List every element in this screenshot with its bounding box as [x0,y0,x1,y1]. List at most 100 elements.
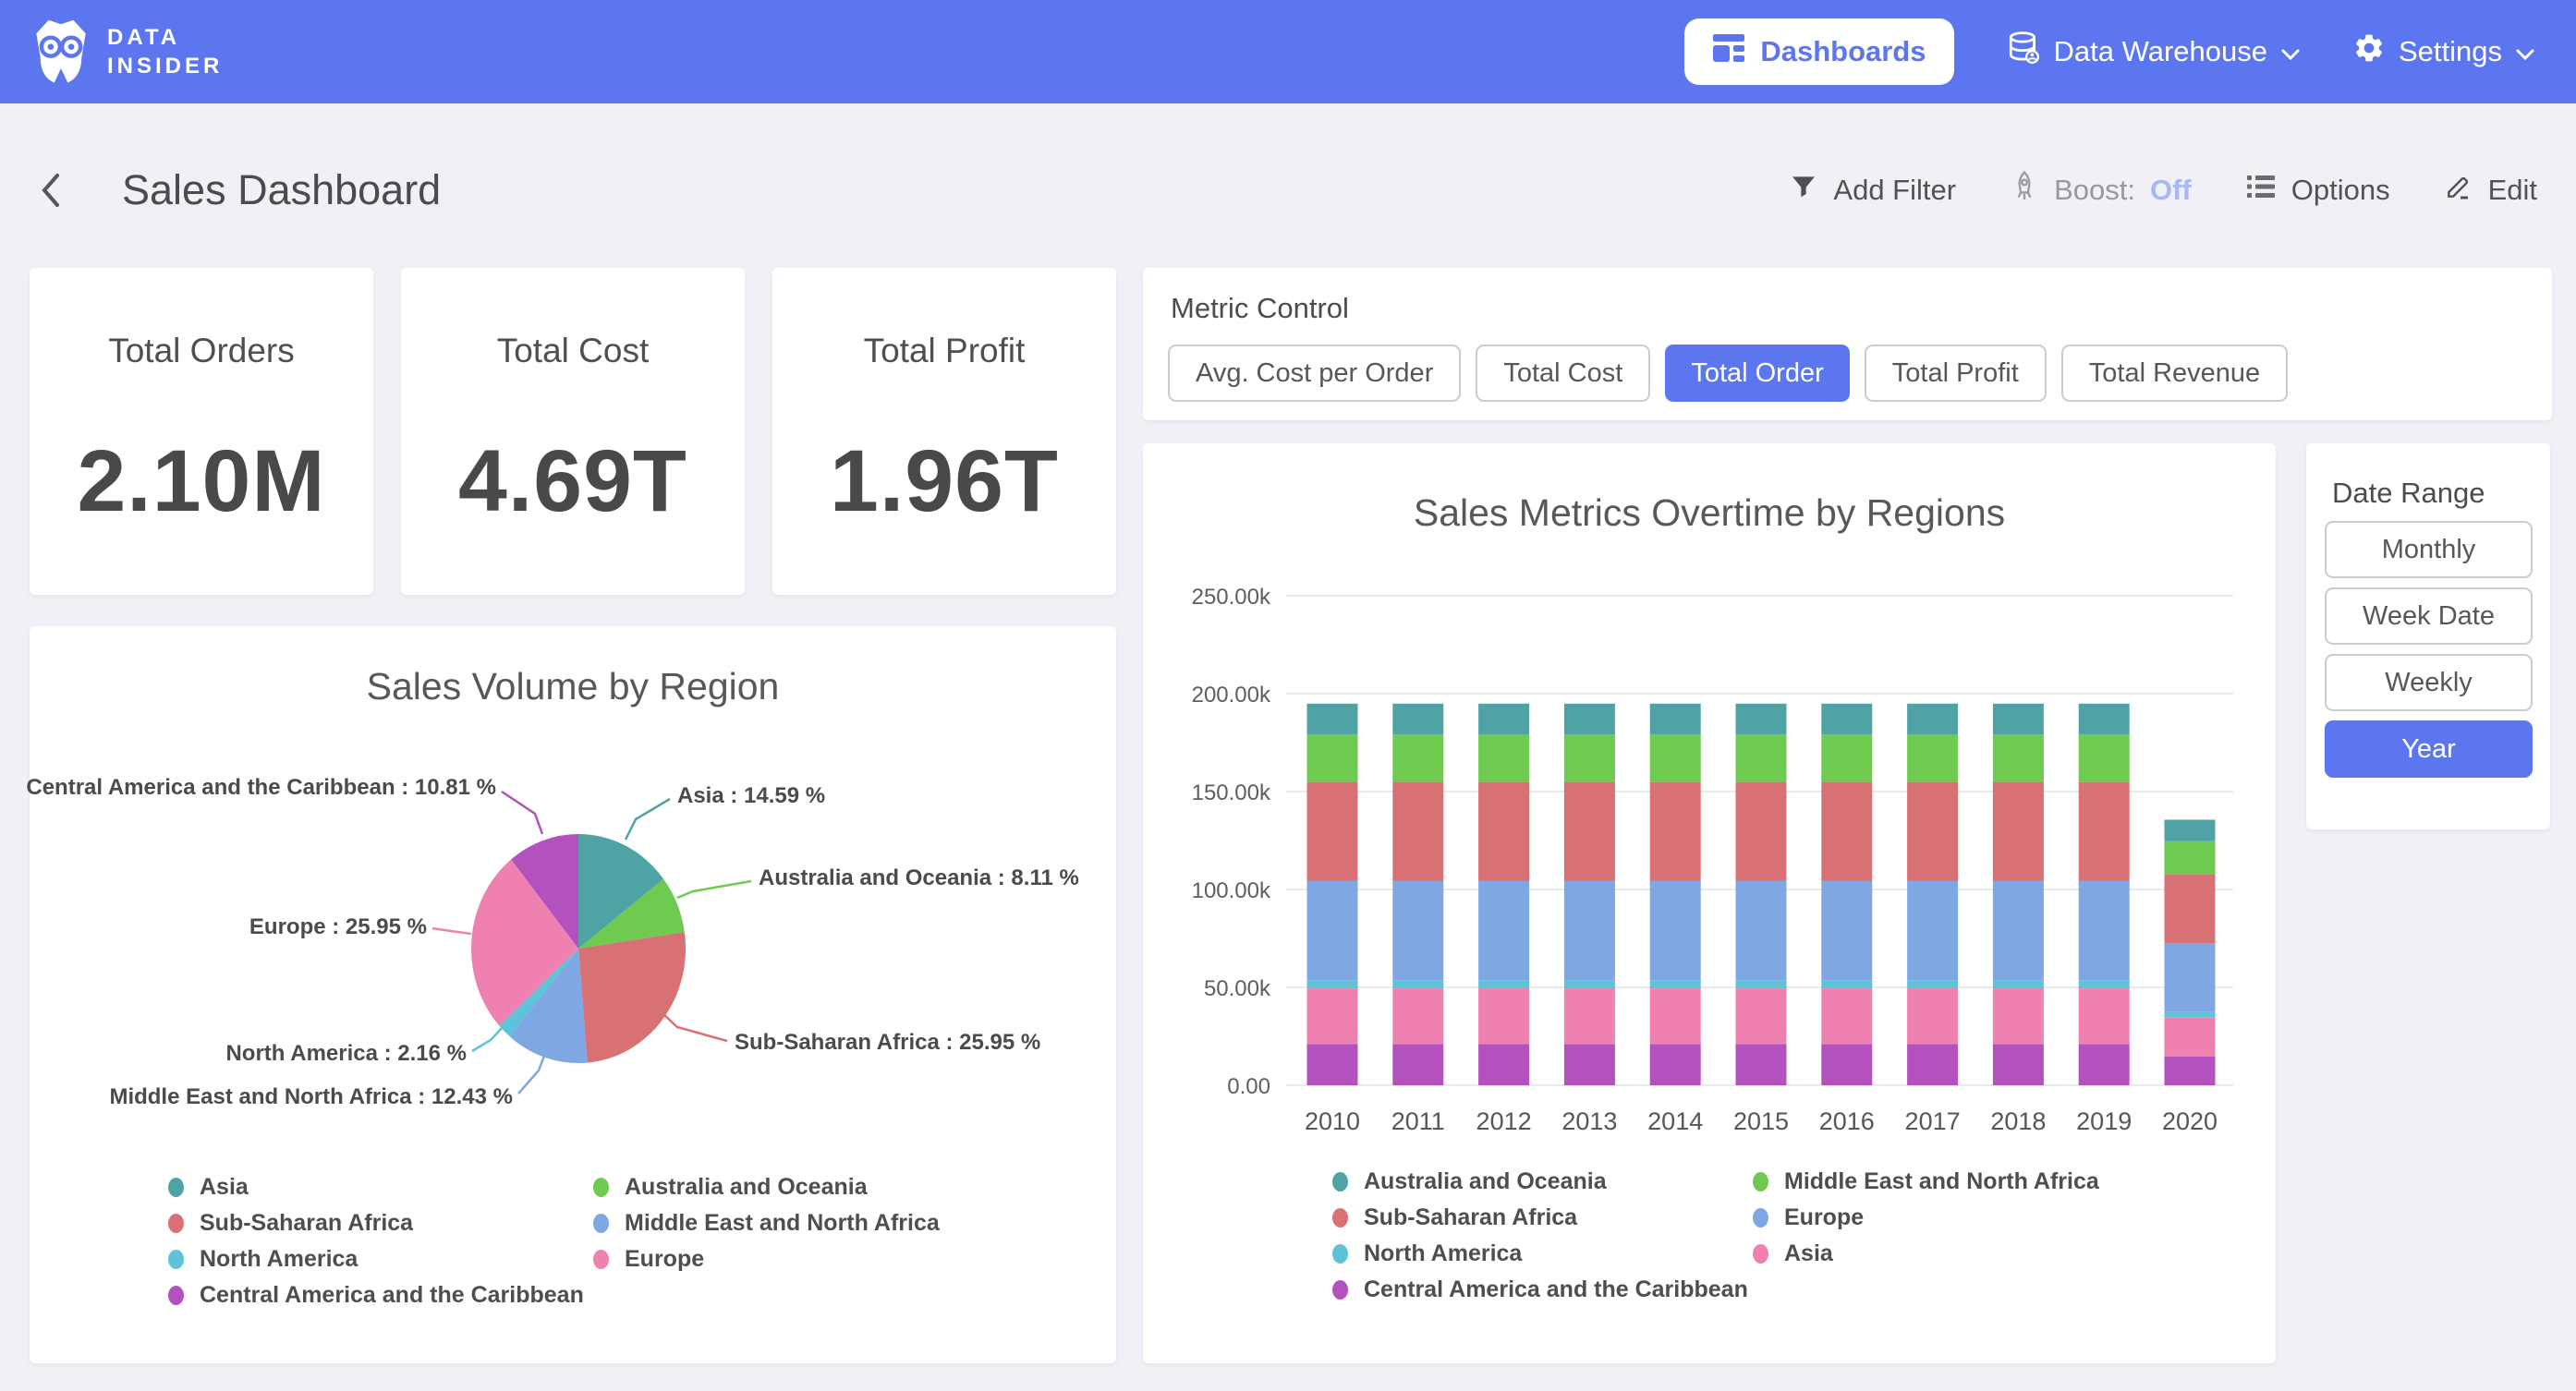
metric-option-total-cost[interactable]: Total Cost [1476,345,1650,402]
bar-segment-europe-2019[interactable] [2079,881,2130,980]
metric-option-total-profit[interactable]: Total Profit [1865,345,2047,402]
bar-segment-north-america-2015[interactable] [1736,980,1787,988]
bar-segment-asia-2010[interactable] [1307,988,1358,1044]
date-range-option-year[interactable]: Year [2325,720,2533,778]
bar-segment-central-america-and-the-caribbean-2013[interactable] [1564,1044,1615,1085]
pie-legend-item-europe[interactable]: Europe [593,1241,1018,1277]
date-range-option-monthly[interactable]: Monthly [2325,521,2533,578]
bar-legend-item-middle-east-and-north-africa[interactable]: Middle East and North Africa [1753,1164,2173,1200]
bar-segment-sub-saharan-africa-2012[interactable] [1478,782,1529,881]
bar-segment-middle-east-and-north-africa-2012[interactable] [1478,734,1529,781]
bar-segment-north-america-2020[interactable] [2165,1012,2216,1018]
bar-segment-australia-and-oceania-2013[interactable] [1564,704,1615,735]
boost-toggle[interactable]: Boost: Off [2010,170,2192,211]
pie-legend-item-asia[interactable]: Asia [168,1169,593,1205]
bar-segment-australia-and-oceania-2015[interactable] [1736,704,1787,735]
bar-segment-north-america-2019[interactable] [2079,980,2130,988]
bar-segment-north-america-2010[interactable] [1307,980,1358,988]
bar-segment-europe-2017[interactable] [1907,881,1958,980]
bar-segment-middle-east-and-north-africa-2020[interactable] [2165,841,2216,875]
bar-segment-sub-saharan-africa-2015[interactable] [1736,782,1787,881]
pie-legend-item-australia-and-oceania[interactable]: Australia and Oceania [593,1169,1018,1205]
pie-legend-item-central-america-and-the-caribbean[interactable]: Central America and the Caribbean [168,1277,593,1313]
bar-segment-sub-saharan-africa-2011[interactable] [1392,782,1443,881]
metric-option-total-revenue[interactable]: Total Revenue [2061,345,2288,402]
date-range-option-week-date[interactable]: Week Date [2325,587,2533,645]
bar-segment-europe-2013[interactable] [1564,881,1615,980]
bar-segment-middle-east-and-north-africa-2018[interactable] [1993,734,2044,781]
bar-segment-asia-2017[interactable] [1907,988,1958,1044]
nav-data-warehouse[interactable]: Data Warehouse [2006,30,2301,73]
bar-segment-north-america-2014[interactable] [1650,980,1701,988]
bar-segment-central-america-and-the-caribbean-2017[interactable] [1907,1044,1958,1085]
bar-segment-central-america-and-the-caribbean-2011[interactable] [1392,1044,1443,1085]
bar-legend-item-sub-saharan-africa[interactable]: Sub-Saharan Africa [1332,1200,1753,1236]
bar-segment-central-america-and-the-caribbean-2019[interactable] [2079,1044,2130,1085]
bar-segment-central-america-and-the-caribbean-2014[interactable] [1650,1044,1701,1085]
bar-segment-sub-saharan-africa-2010[interactable] [1307,782,1358,881]
bar-segment-north-america-2017[interactable] [1907,980,1958,988]
bar-segment-middle-east-and-north-africa-2010[interactable] [1307,734,1358,781]
bar-segment-central-america-and-the-caribbean-2020[interactable] [2165,1057,2216,1085]
pie-legend-item-sub-saharan-africa[interactable]: Sub-Saharan Africa [168,1205,593,1241]
bar-segment-north-america-2018[interactable] [1993,980,2044,988]
bar-segment-australia-and-oceania-2018[interactable] [1993,704,2044,735]
bar-segment-sub-saharan-africa-2014[interactable] [1650,782,1701,881]
bar-segment-middle-east-and-north-africa-2013[interactable] [1564,734,1615,781]
metric-option-avg-cost-per-order[interactable]: Avg. Cost per Order [1168,345,1461,402]
metric-option-total-order[interactable]: Total Order [1665,345,1849,402]
bar-segment-australia-and-oceania-2020[interactable] [2165,820,2216,841]
bar-segment-asia-2019[interactable] [2079,988,2130,1044]
nav-settings[interactable]: Settings [2352,31,2535,72]
bar-segment-europe-2011[interactable] [1392,881,1443,980]
bar-segment-central-america-and-the-caribbean-2010[interactable] [1307,1044,1358,1085]
bar-legend-item-australia-and-oceania[interactable]: Australia and Oceania [1332,1164,1753,1200]
bar-segment-middle-east-and-north-africa-2011[interactable] [1392,734,1443,781]
bar-segment-australia-and-oceania-2017[interactable] [1907,704,1958,735]
bar-segment-europe-2016[interactable] [1821,881,1872,980]
bar-segment-north-america-2016[interactable] [1821,980,1872,988]
pie-slice-sub-saharan-africa[interactable] [578,932,686,1063]
bar-segment-north-america-2011[interactable] [1392,980,1443,988]
bar-segment-europe-2010[interactable] [1307,881,1358,980]
pie-legend-item-middle-east-and-north-africa[interactable]: Middle East and North Africa [593,1205,1018,1241]
date-range-option-weekly[interactable]: Weekly [2325,654,2533,711]
bar-segment-australia-and-oceania-2014[interactable] [1650,704,1701,735]
options-button[interactable]: Options [2245,173,2390,208]
bar-segment-europe-2020[interactable] [2165,943,2216,1012]
edit-button[interactable]: Edit [2444,172,2537,209]
bar-legend-item-europe[interactable]: Europe [1753,1200,2173,1236]
bar-segment-sub-saharan-africa-2017[interactable] [1907,782,1958,881]
bar-segment-middle-east-and-north-africa-2016[interactable] [1821,734,1872,781]
bar-segment-asia-2020[interactable] [2165,1018,2216,1057]
bar-segment-asia-2018[interactable] [1993,988,2044,1044]
bar-segment-europe-2015[interactable] [1736,881,1787,980]
bar-segment-australia-and-oceania-2016[interactable] [1821,704,1872,735]
bar-segment-australia-and-oceania-2011[interactable] [1392,704,1443,735]
bar-segment-central-america-and-the-caribbean-2018[interactable] [1993,1044,2044,1085]
bar-segment-asia-2013[interactable] [1564,988,1615,1044]
bar-legend-item-north-america[interactable]: North America [1332,1236,1753,1272]
bar-segment-sub-saharan-africa-2013[interactable] [1564,782,1615,881]
bar-legend-item-asia[interactable]: Asia [1753,1236,2173,1272]
bar-segment-asia-2011[interactable] [1392,988,1443,1044]
bar-segment-asia-2016[interactable] [1821,988,1872,1044]
bar-segment-north-america-2013[interactable] [1564,980,1615,988]
bar-segment-europe-2014[interactable] [1650,881,1701,980]
bar-segment-middle-east-and-north-africa-2015[interactable] [1736,734,1787,781]
back-button[interactable] [35,170,67,211]
bar-segment-sub-saharan-africa-2016[interactable] [1821,782,1872,881]
bar-segment-middle-east-and-north-africa-2019[interactable] [2079,734,2130,781]
bar-segment-sub-saharan-africa-2019[interactable] [2079,782,2130,881]
bar-legend-item-central-america-and-the-caribbean[interactable]: Central America and the Caribbean [1332,1272,1753,1308]
bar-segment-north-america-2012[interactable] [1478,980,1529,988]
bar-segment-asia-2015[interactable] [1736,988,1787,1044]
nav-dashboards[interactable]: Dashboards [1684,18,1953,85]
bar-segment-asia-2014[interactable] [1650,988,1701,1044]
bar-segment-asia-2012[interactable] [1478,988,1529,1044]
bar-segment-australia-and-oceania-2019[interactable] [2079,704,2130,735]
bar-segment-sub-saharan-africa-2020[interactable] [2165,875,2216,944]
add-filter-button[interactable]: Add Filter [1789,172,1956,209]
bar-segment-middle-east-and-north-africa-2017[interactable] [1907,734,1958,781]
bar-segment-central-america-and-the-caribbean-2012[interactable] [1478,1044,1529,1085]
